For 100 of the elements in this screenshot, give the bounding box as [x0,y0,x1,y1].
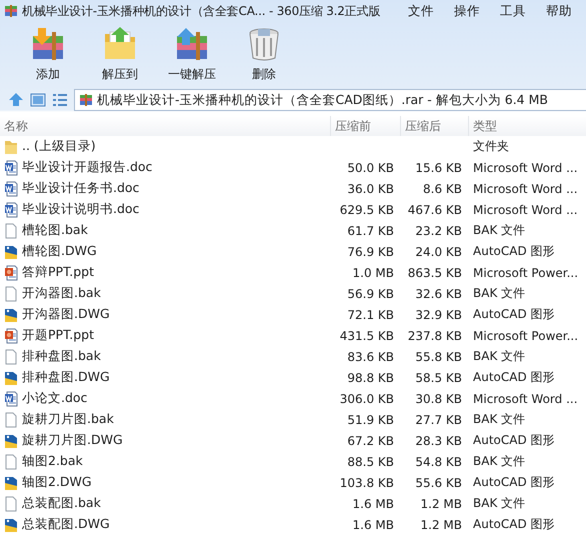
size-cell: 50.0 KB [347,160,394,174]
type-cell: Microsoft Word ... [473,160,578,174]
size-cell: 56.9 KB [347,286,394,300]
size-cell: 72.1 KB [347,308,394,322]
column-header[interactable]: 类型 [468,116,586,136]
word-document-icon [4,202,18,218]
type-cell: AutoCAD 图形 [473,433,555,447]
blank-file-icon [4,496,18,512]
blank-file-icon [4,222,18,238]
window-title: 机械毕业设计-玉米播种机的设计（含全套CA... - 360压缩 3.2正式版 [22,2,382,20]
file-name[interactable]: 轴图2.DWG [22,474,92,491]
size-cell: 36.0 KB [347,182,394,196]
archive-extract-icon [174,26,210,62]
type-cell: 文件夹 [473,139,509,153]
file-name[interactable]: 开沟器图.DWG [22,306,110,323]
size-cell: 629.5 KB [340,202,394,216]
type-cell: Microsoft Word ... [473,182,578,196]
size-cell: 306.0 KB [340,392,394,406]
packed-size-cell: 15.6 KB [415,160,462,174]
type-cell: AutoCAD 图形 [473,244,555,258]
size-cell: 98.8 KB [347,370,394,384]
packed-size-cell: 1.2 MB [420,518,462,532]
list-view-icon[interactable] [52,92,68,108]
column-header[interactable]: 名称 [0,116,330,136]
packed-size-cell: 1.2 MB [420,496,462,510]
packed-size-cell: 237.8 KB [408,328,462,342]
file-name[interactable]: 轴图2.bak [22,453,83,470]
packed-size-cell: 23.2 KB [415,224,462,238]
type-cell: BAK 文件 [473,454,526,468]
up-arrow-icon[interactable] [8,92,24,108]
size-cell: 67.2 KB [347,434,394,448]
column-header[interactable]: 压缩后 [400,116,468,136]
path-field[interactable]: 机械毕业设计-玉米播种机的设计（含全套CAD图纸）.rar - 解包大小为 6.4 MB [74,89,586,111]
drawing-file-icon [4,244,18,260]
file-name[interactable]: 排种盘图.bak [22,348,101,365]
presentation-file-icon [4,264,18,280]
file-name[interactable]: 总装配图.DWG [22,516,110,533]
toolbar-button[interactable]: 解压到 [90,22,150,88]
blank-file-icon [4,348,18,364]
size-cell: 76.9 KB [347,244,394,258]
menu-item[interactable]: 帮助 [536,0,582,22]
size-cell: 83.6 KB [347,350,394,364]
drawing-file-icon [4,370,18,386]
type-cell: Microsoft Word ... [473,202,578,216]
size-cell: 431.5 KB [340,328,394,342]
type-cell: BAK 文件 [473,496,526,510]
drawing-file-icon [4,474,18,490]
file-name[interactable]: .. (上级目录) [22,138,96,155]
packed-size-cell: 30.8 KB [415,392,462,406]
file-name[interactable]: 毕业设计任务书.doc [22,180,140,197]
file-name[interactable]: 毕业设计开题报告.doc [22,159,152,176]
archive-icon [79,93,93,107]
file-name[interactable]: 槽轮图.DWG [22,243,97,260]
column-header[interactable]: 压缩前 [330,116,400,136]
blank-file-icon [4,286,18,302]
menu-item[interactable]: 文件 [398,0,444,22]
type-cell: Microsoft Word ... [473,392,578,406]
drawing-file-icon [4,516,18,532]
file-name[interactable]: 总装配图.bak [22,495,101,512]
menu-item[interactable]: 工具 [490,0,536,22]
app-logo-icon [4,4,18,18]
drawing-file-icon [4,432,18,448]
folder-extract-icon [102,26,138,62]
packed-size-cell: 8.6 KB [423,182,462,196]
toolbar-button[interactable]: 删除 [234,22,294,88]
packed-size-cell: 55.8 KB [415,350,462,364]
type-cell: Microsoft Power... [473,266,578,280]
size-cell: 103.8 KB [340,476,394,490]
file-name[interactable]: 答辩PPT.ppt [22,264,94,281]
file-name[interactable]: 旋耕刀片图.bak [22,411,114,428]
menu-item[interactable]: 操作 [444,0,490,22]
file-name[interactable]: 槽轮图.bak [22,222,88,239]
packed-size-cell: 54.8 KB [415,454,462,468]
presentation-file-icon [4,328,18,344]
packed-size-cell: 32.9 KB [415,308,462,322]
type-cell: BAK 文件 [473,349,526,363]
archive-add-icon [30,26,66,62]
file-name[interactable]: 毕业设计说明书.doc [22,201,140,218]
file-name[interactable]: 旋耕刀片图.DWG [22,432,123,449]
type-cell: AutoCAD 图形 [473,307,555,321]
size-cell: 1.6 MB [352,518,394,532]
packed-size-cell: 27.7 KB [415,412,462,426]
file-name[interactable]: 开沟器图.bak [22,285,101,302]
large-icons-view-icon[interactable] [30,92,46,108]
file-name[interactable]: 小论文.doc [22,390,88,407]
blank-file-icon [4,412,18,428]
word-document-icon [4,390,18,406]
type-cell: AutoCAD 图形 [473,370,555,384]
word-document-icon [4,160,18,176]
packed-size-cell: 55.6 KB [415,476,462,490]
toolbar-button[interactable]: 一键解压 [162,22,222,88]
type-cell: BAK 文件 [473,412,526,426]
file-name[interactable]: 排种盘图.DWG [22,369,110,386]
file-name[interactable]: 开题PPT.ppt [22,327,94,344]
drawing-file-icon [4,306,18,322]
type-cell: AutoCAD 图形 [473,475,555,489]
toolbar-button[interactable]: 添加 [18,22,78,88]
packed-size-cell: 58.5 KB [415,370,462,384]
packed-size-cell: 24.0 KB [415,244,462,258]
type-cell: BAK 文件 [473,223,526,237]
